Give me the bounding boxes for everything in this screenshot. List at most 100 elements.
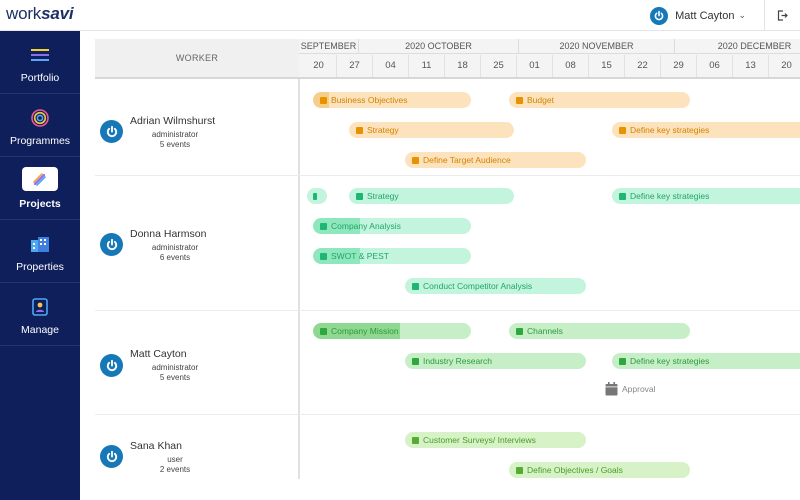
worker-role: administrator — [151, 130, 199, 139]
calendar-icon — [516, 96, 523, 104]
sidebar: Portfolio Programmes Projects Properties… — [0, 31, 80, 500]
calendar-icon — [320, 252, 327, 260]
worker-role: administrator — [151, 243, 199, 252]
calendar-icon — [605, 382, 618, 396]
month-label: 2020 OCTOBER — [359, 39, 519, 53]
worker-row: Matt Cayton administrator 5 events Compa… — [95, 311, 800, 415]
sidebar-item-portfolio[interactable]: Portfolio — [0, 31, 80, 94]
calendar-icon — [320, 222, 327, 230]
day-label: 22 — [625, 55, 661, 77]
worker-events: 6 events — [159, 253, 191, 262]
logout-button[interactable] — [765, 0, 800, 31]
day-label: 25 — [481, 55, 517, 77]
worker-name[interactable]: Matt Cayton — [130, 348, 187, 360]
task-bar[interactable]: Define Objectives / Goals — [509, 462, 690, 478]
worker-info: Sana Khan user 2 events — [95, 415, 299, 489]
building-icon — [28, 234, 52, 254]
worker-info: Matt Cayton administrator 5 events — [95, 311, 299, 415]
calendar-icon — [320, 96, 327, 104]
task-bar[interactable]: Define key strategies — [612, 188, 800, 204]
avatar[interactable] — [100, 120, 123, 143]
worker-row: Donna Harmson administrator 6 events Str… — [95, 176, 800, 311]
task-bar[interactable]: Customer Surveys/ Interviews — [405, 432, 586, 448]
user-name[interactable]: Matt Cayton — [675, 10, 734, 22]
worker-name[interactable]: Donna Harmson — [130, 228, 206, 240]
day-label: 11 — [409, 55, 445, 77]
user-area: Matt Cayton ⌄ — [650, 0, 800, 31]
worker-role: user — [167, 455, 183, 464]
worker-name[interactable]: Adrian Wilmshurst — [130, 115, 215, 127]
avatar[interactable] — [100, 354, 123, 377]
task-bar[interactable]: Budget — [509, 92, 690, 108]
worker-row: Adrian Wilmshurst administrator 5 events… — [95, 79, 800, 176]
avatar[interactable] — [100, 445, 123, 468]
sidebar-item-projects[interactable]: Projects — [0, 157, 80, 220]
worker-name[interactable]: Sana Khan — [130, 440, 182, 452]
worker-role: administrator — [151, 363, 199, 372]
worker-info: Donna Harmson administrator 6 events — [95, 176, 299, 311]
day-label: 08 — [553, 55, 589, 77]
month-label: 2020 DECEMBER — [675, 39, 800, 53]
list-icon — [28, 45, 52, 65]
sidebar-item-programmes[interactable]: Programmes — [0, 94, 80, 157]
task-bar[interactable]: Conduct Competitor Analysis — [405, 278, 586, 294]
milestone[interactable]: Approval — [605, 382, 656, 396]
task-bar[interactable]: Strategy — [349, 188, 514, 204]
divider — [299, 53, 800, 54]
sidebar-item-manage[interactable]: Manage — [0, 283, 80, 346]
task-bar[interactable]: Define key strategies — [612, 353, 800, 369]
task-bar[interactable] — [307, 188, 327, 204]
calendar-icon — [619, 192, 626, 200]
task-bar[interactable]: Channels — [509, 323, 690, 339]
worker-events: 5 events — [159, 140, 191, 149]
day-label: 20 — [769, 55, 800, 77]
day-label: 18 — [445, 55, 481, 77]
calendar-icon — [412, 436, 419, 444]
month-label: SEPTEMBER — [299, 39, 359, 53]
task-bar[interactable]: Business Objectives — [313, 92, 471, 108]
chevron-down-icon[interactable]: ⌄ — [738, 10, 746, 21]
id-card-icon — [28, 297, 52, 317]
target-icon — [28, 108, 52, 128]
day-label: 29 — [661, 55, 697, 77]
day-label: 13 — [733, 55, 769, 77]
calendar-icon — [619, 357, 626, 365]
task-bar[interactable]: Define key strategies — [612, 122, 800, 138]
task-bar[interactable]: Define Target Audience — [405, 152, 586, 168]
task-bar[interactable]: Strategy — [349, 122, 514, 138]
task-bar[interactable]: SWOT & PEST — [313, 248, 471, 264]
avatar[interactable] — [100, 233, 123, 256]
power-icon — [106, 359, 117, 371]
power-icon — [106, 450, 117, 462]
power-icon — [654, 10, 664, 20]
calendar-icon — [412, 156, 419, 164]
worker-events: 2 events — [159, 465, 191, 474]
day-label: 06 — [697, 55, 733, 77]
calendar-icon — [313, 192, 317, 200]
worker-column-header[interactable]: WORKER — [95, 39, 299, 79]
top-bar: worksavi Matt Cayton ⌄ — [0, 0, 800, 31]
task-bar[interactable]: Company Mission — [313, 323, 471, 339]
main-panel: WORKER SEPTEMBER 2020 OCTOBER 2020 NOVEM… — [80, 31, 800, 500]
calendar-icon — [320, 327, 327, 335]
app-logo[interactable]: worksavi — [6, 4, 74, 24]
timeline-header: SEPTEMBER 2020 OCTOBER 2020 NOVEMBER 202… — [299, 39, 800, 79]
calendar-icon — [356, 126, 363, 134]
user-avatar[interactable] — [650, 6, 669, 25]
power-icon — [106, 238, 117, 250]
day-label: 01 — [517, 55, 553, 77]
day-label: 15 — [589, 55, 625, 77]
day-label: 20 — [301, 55, 337, 77]
worker-events: 5 events — [159, 373, 191, 382]
calendar-icon — [412, 282, 419, 290]
calendar-icon — [619, 126, 626, 134]
pen-icon — [22, 167, 58, 191]
task-bar[interactable]: Industry Research — [405, 353, 586, 369]
power-icon — [106, 125, 117, 137]
month-label: 2020 NOVEMBER — [519, 39, 675, 53]
gantt-chart: WORKER SEPTEMBER 2020 OCTOBER 2020 NOVEM… — [95, 39, 800, 500]
sidebar-item-properties[interactable]: Properties — [0, 220, 80, 283]
task-bar[interactable]: Company Analysis — [313, 218, 471, 234]
calendar-icon — [412, 357, 419, 365]
calendar-icon — [356, 192, 363, 200]
